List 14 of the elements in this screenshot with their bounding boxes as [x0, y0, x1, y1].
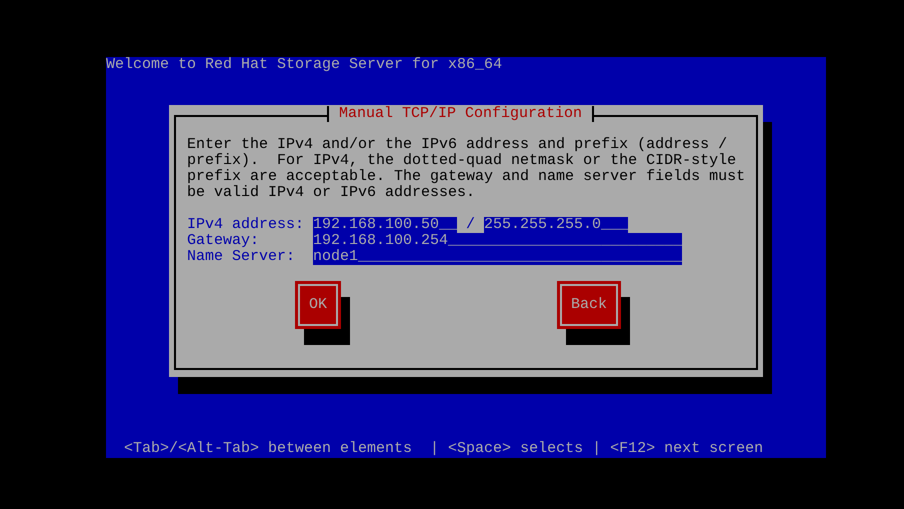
- field-label: IPv4 address:: [187, 217, 306, 233]
- screen-title: Welcome to Red Hat Storage Server for x86_64: [106, 57, 502, 73]
- button[interactable]: Back: [557, 281, 622, 329]
- input-field[interactable]: 255.255.255.0___: [484, 217, 628, 233]
- dialog-title: Manual TCP/IP Configuration: [327, 106, 594, 122]
- field-label: Name Server:: [187, 249, 296, 265]
- button[interactable]: OK: [295, 281, 342, 329]
- input-field[interactable]: 192.168.100.50__: [313, 217, 458, 233]
- separator-text: /: [465, 217, 476, 233]
- field-label: Gateway:: [187, 233, 260, 249]
- input-field[interactable]: 192.168.100.254__________________________: [313, 233, 682, 249]
- input-field[interactable]: node1____________________________________: [313, 249, 682, 265]
- help-line: <Tab>/<Alt-Tab> between elements | <Space> selects | <F12> next screen: [124, 441, 764, 457]
- instructions-text: Enter the IPv4 and/or the IPv6 address and prefix (address / prefix). For IPv4, the dotted-quad netmask or the CIDR-style prefix are acceptable. The gateway and name server fields must be valid IPv4 or IPv6 addresses.: [187, 137, 746, 201]
